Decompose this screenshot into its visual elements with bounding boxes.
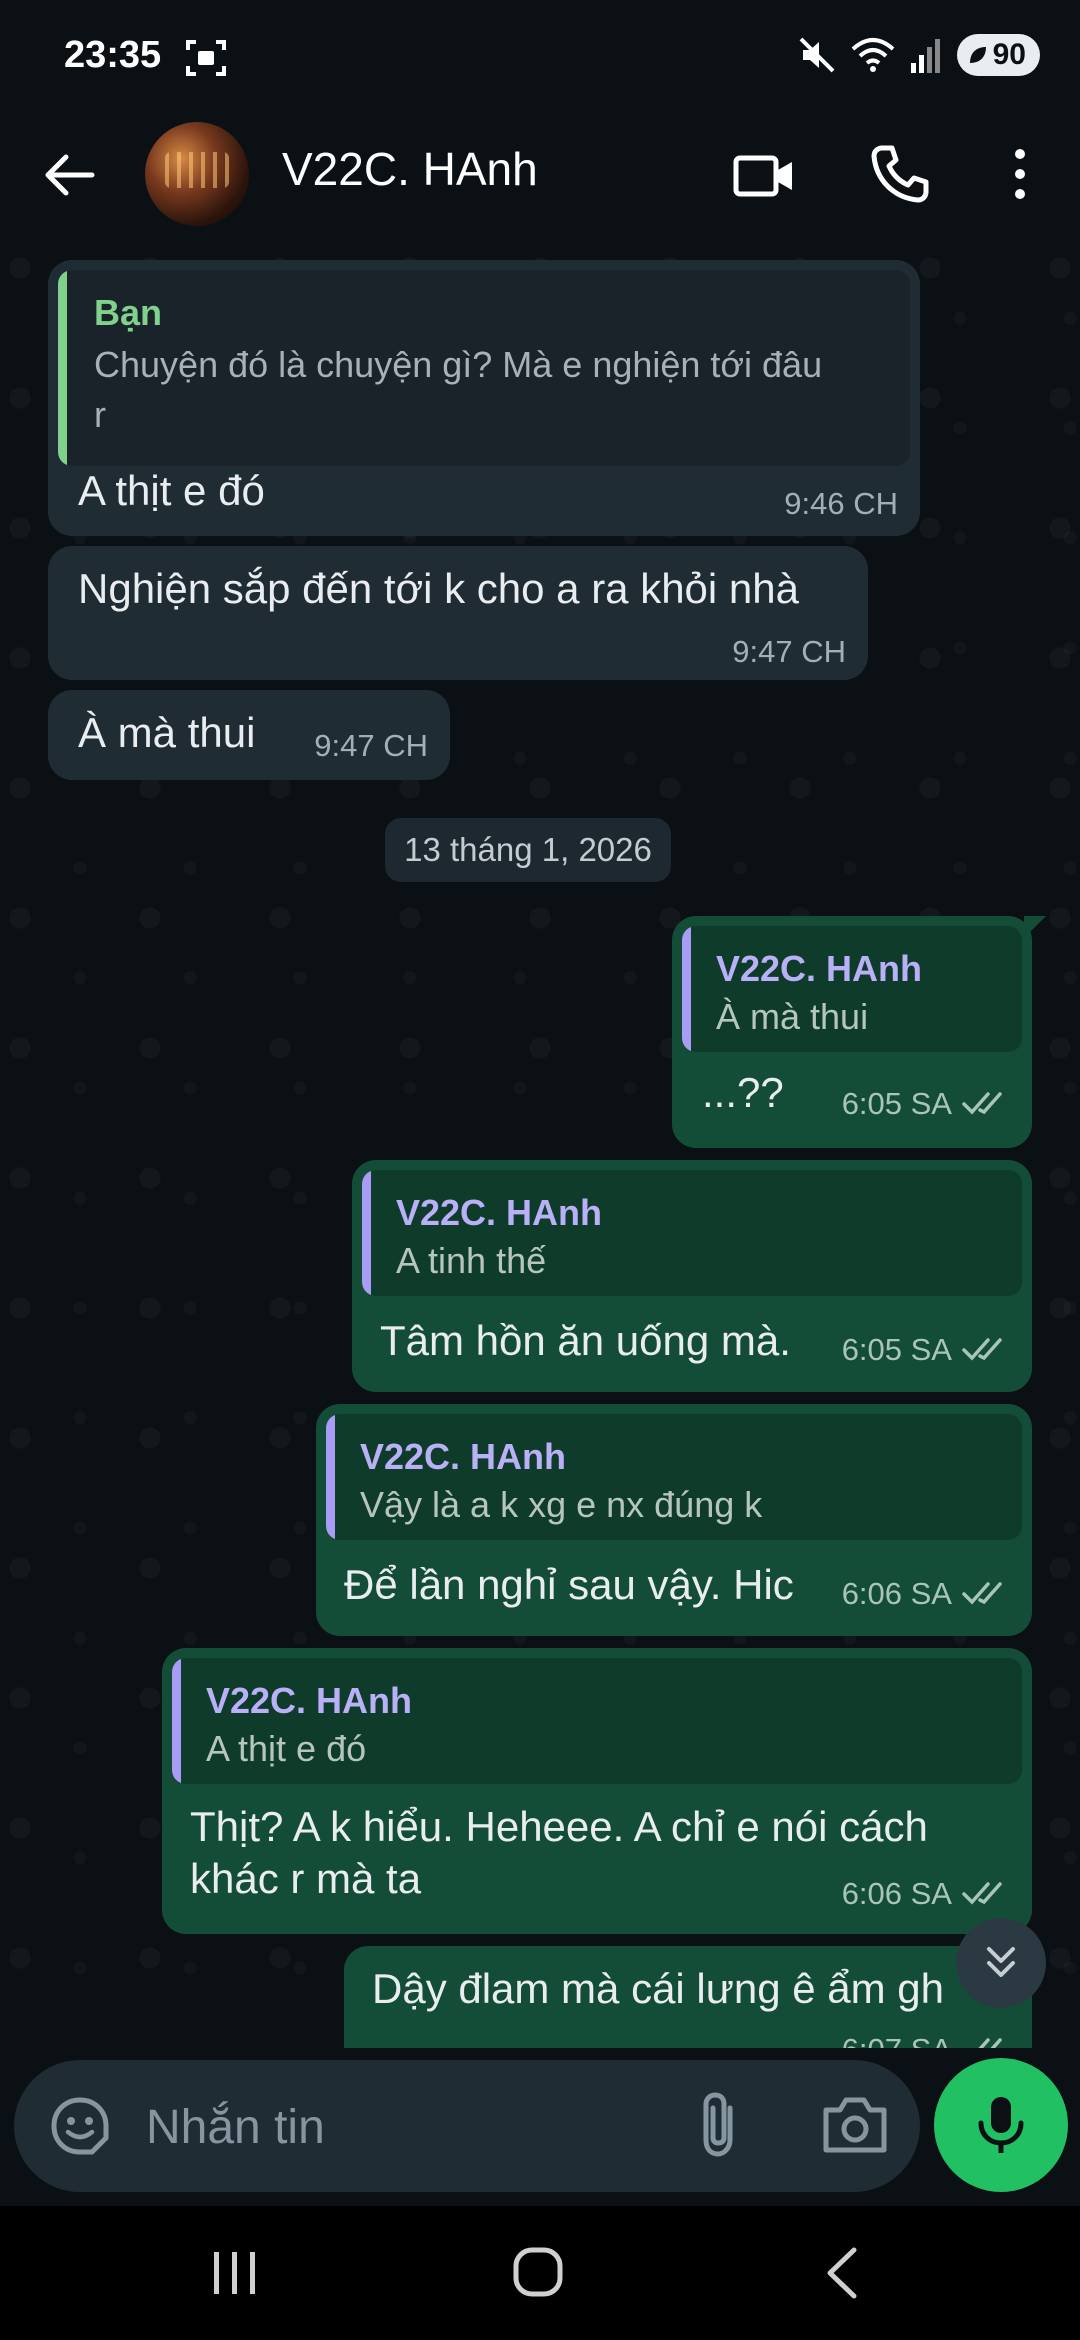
message-text: Nghiện sắp đến tới k cho a ra khỏi nhà (78, 565, 799, 612)
message-text: A thịt e đó (78, 467, 265, 514)
read-ticks-icon (962, 1338, 1002, 1361)
nav-back-icon[interactable] (822, 2246, 862, 2300)
more-vert-icon[interactable] (1000, 142, 1040, 206)
mute-icon (799, 37, 835, 73)
double-chevron-down-icon (987, 1947, 1015, 1977)
date-separator: 13 tháng 1, 2026 (385, 818, 671, 882)
message-time: 6:06 SA (841, 1576, 952, 1611)
quote-text: À mà thui (716, 996, 869, 1037)
quote-text: A tinh thế (396, 1240, 547, 1281)
signal-icon (910, 39, 940, 73)
quote-bar (326, 1414, 335, 1540)
leaf-icon (969, 47, 986, 63)
message-time: 6:05 SA (841, 1332, 952, 1367)
contact-name[interactable]: V22C. HAnh (282, 142, 538, 196)
mic-button[interactable] (934, 2058, 1068, 2192)
read-ticks-icon (978, 2038, 1002, 2048)
status-bar: 23:35 90 (0, 0, 1080, 118)
quoted-message[interactable]: V22C. HAnh Vậy là a k xg e nx đúng k (326, 1414, 1022, 1540)
message-bubble-outgoing[interactable]: Dậy đlam mà cái lưng ê ẩm gh 6:07 SA (344, 1946, 1032, 2048)
quote-text: Vậy là a k xg e nx đúng k (360, 1484, 763, 1525)
quote-bar (362, 1170, 371, 1296)
status-time: 23:35 (64, 34, 162, 76)
message-text: Dậy đlam mà cái lưng ê ẩm gh (372, 1965, 945, 2012)
quote-sender: V22C. HAnh (360, 1436, 567, 1477)
message-time: 6:05 SA (841, 1086, 952, 1121)
message-time: 6:06 SA (841, 1876, 952, 1911)
camera-icon[interactable] (822, 2094, 888, 2154)
quoted-message[interactable]: V22C. HAnh À mà thui (682, 926, 1022, 1052)
quote-bar (58, 270, 67, 466)
mic-icon (978, 2097, 1024, 2153)
attach-icon[interactable] (690, 2090, 750, 2160)
message-bubble-incoming[interactable]: Nghiện sắp đến tới k cho a ra khỏi nhà 9… (48, 546, 868, 680)
message-list[interactable]: Bạn Chuyện đó là chuyện gì? Mà e nghiện … (0, 248, 1080, 2048)
message-time: 6:07 SA (842, 2032, 952, 2048)
message-input-bar: Nhắn tin (14, 2060, 920, 2192)
battery-level: 90 (992, 38, 1026, 71)
quote-bar (172, 1658, 181, 1784)
message-text: khác r mà ta (190, 1855, 422, 1902)
emoji-icon[interactable] (48, 2094, 112, 2158)
screenshot-icon (186, 40, 226, 76)
read-ticks-icon (962, 1882, 1002, 1905)
message-bubble-outgoing[interactable]: V22C. HAnh A tinh thế Tâm hồn ăn uống mà… (352, 1160, 1032, 1392)
message-time: 9:46 CH (784, 486, 898, 521)
status-right: 90 (797, 34, 1040, 76)
quote-sender: Bạn (94, 292, 163, 333)
quote-bar (682, 926, 691, 1052)
read-ticks-icon (962, 1092, 1002, 1115)
message-bubble-outgoing[interactable]: V22C. HAnh À mà thui ...?? 6:05 SA (672, 916, 1046, 1148)
read-ticks-icon (962, 1582, 1002, 1605)
quoted-message[interactable]: Bạn Chuyện đó là chuyện gì? Mà e nghiện … (58, 270, 910, 466)
chat-screen: 23:35 90 V22C. HAnh Bạn Chuyện đó là chu… (0, 0, 1080, 2340)
message-bubble-outgoing[interactable]: V22C. HAnh A thịt e đó Thịt? A k hiểu. H… (162, 1648, 1032, 1934)
battery-icon: 90 (956, 34, 1040, 76)
message-text: ...?? (702, 1069, 784, 1116)
wifi-icon (851, 38, 894, 72)
message-text: Để lần nghỉ sau vậy. Hic (344, 1561, 794, 1608)
quote-sender: V22C. HAnh (206, 1680, 413, 1721)
quoted-message[interactable]: V22C. HAnh A tinh thế (362, 1170, 1022, 1296)
quote-text: A thịt e đó (206, 1728, 367, 1769)
recent-apps-icon[interactable] (210, 2250, 260, 2296)
phone-icon[interactable] (868, 142, 932, 206)
message-bubble-incoming[interactable]: À mà thui 9:47 CH (48, 690, 450, 780)
message-bubble-incoming[interactable]: Bạn Chuyện đó là chuyện gì? Mà e nghiện … (48, 260, 920, 536)
quote-text: Chuyện đó là chuyện gì? Mà e nghiện tới … (94, 344, 823, 385)
message-input[interactable]: Nhắn tin (146, 2100, 325, 2155)
system-nav-bar (0, 2206, 1080, 2340)
scroll-to-bottom-button[interactable] (956, 1918, 1046, 2008)
quote-sender: V22C. HAnh (716, 948, 923, 989)
message-text: Tâm hồn ăn uống mà. (380, 1317, 791, 1364)
quote-text: r (94, 394, 106, 435)
message-text: À mà thui (78, 709, 256, 756)
quote-sender: V22C. HAnh (396, 1192, 603, 1233)
message-bubble-outgoing[interactable]: V22C. HAnh Vậy là a k xg e nx đúng k Để … (316, 1404, 1032, 1636)
chat-header: V22C. HAnh (0, 118, 1080, 248)
home-icon[interactable] (512, 2246, 564, 2298)
message-time: 9:47 CH (314, 728, 428, 763)
quoted-message[interactable]: V22C. HAnh A thịt e đó (172, 1658, 1022, 1784)
avatar[interactable] (145, 122, 249, 226)
message-time: 9:47 CH (732, 634, 846, 669)
back-arrow-icon[interactable] (40, 145, 100, 205)
video-call-icon[interactable] (732, 144, 796, 208)
message-text: Thịt? A k hiểu. Heheee. A chỉ e nói cách (190, 1803, 928, 1850)
